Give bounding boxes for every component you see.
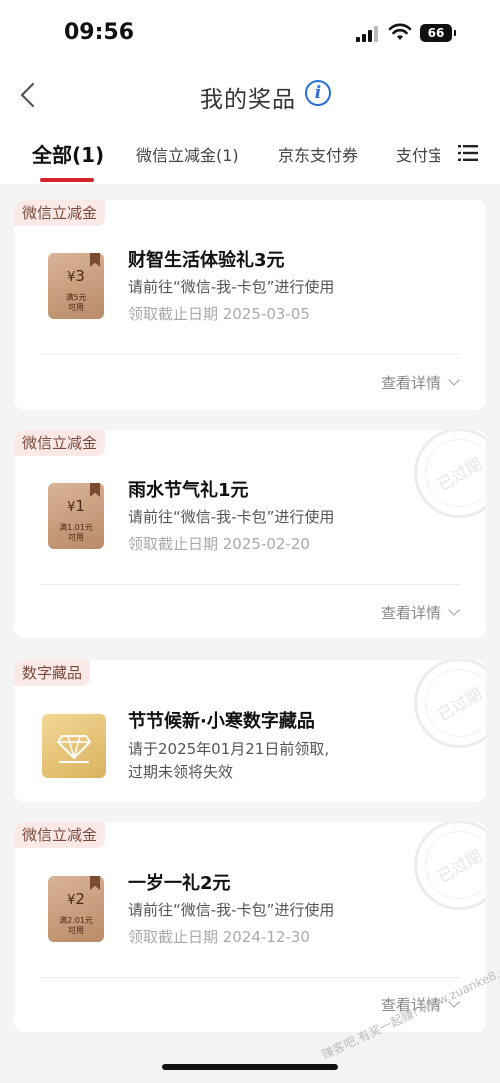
- category-tag: 微信立减金: [14, 200, 106, 226]
- coupon-icon: ¥1 满1.01元 可用: [48, 483, 104, 549]
- divider: [40, 584, 460, 585]
- prize-description: 请前往“微信-我-卡包”进行使用: [128, 508, 335, 526]
- prize-title: 节节候新·小寒数字藏品: [128, 711, 315, 732]
- category-tag: 数字藏品: [14, 660, 91, 686]
- status-time: 09:56: [64, 20, 135, 45]
- coupon-usable: 可用: [68, 926, 84, 935]
- coupon-usable: 可用: [68, 533, 84, 542]
- prize-description: 请前往“微信-我-卡包”进行使用: [128, 278, 335, 296]
- coupon-condition: 满1.01元: [59, 523, 93, 532]
- view-details-label: 查看详情: [380, 374, 441, 392]
- coupon-amount: 2: [75, 890, 85, 908]
- tab-wechat-discount[interactable]: 微信立减金(1): [136, 142, 239, 166]
- prize-description: 请于2025年01月21日前领取,: [128, 740, 330, 758]
- digital-collectible-icon: [42, 714, 106, 778]
- coupon-amount: 3: [75, 267, 85, 285]
- prize-description: 请前往“微信-我-卡包”进行使用: [128, 901, 335, 919]
- expired-stamp-icon: 已过期: [414, 660, 486, 748]
- view-details-link[interactable]: 查看详情: [380, 372, 460, 393]
- coupon-condition: 满5元: [65, 293, 87, 302]
- battery-icon: 66: [420, 24, 456, 42]
- status-bar: 09:56 66: [0, 0, 500, 70]
- prize-title: 财智生活体验礼3元: [128, 250, 285, 271]
- view-details-link[interactable]: 查看详情: [380, 602, 460, 623]
- page-title: 我的奖品: [200, 87, 296, 113]
- info-icon[interactable]: i: [305, 80, 331, 106]
- expired-stamp-label: 已过期: [434, 846, 486, 887]
- coupon-usable: 可用: [68, 303, 84, 312]
- expired-stamp-icon: 已过期: [414, 430, 486, 518]
- prize-deadline: 领取截止日期 2025-02-20: [128, 535, 310, 553]
- tab-jd-pay-coupon[interactable]: 京东支付券: [278, 142, 358, 166]
- tab-all[interactable]: 全部(1): [32, 139, 104, 168]
- view-details-label: 查看详情: [380, 604, 441, 622]
- home-indicator: [162, 1064, 338, 1070]
- prize-card[interactable]: 微信立减金 ¥3 满5元 可用 财智生活体验礼3元 请前往“微信-我-卡包”进行使…: [14, 200, 486, 410]
- tab-bar: 全部(1) 微信立减金(1) 京东支付券 支付宝: [0, 122, 500, 184]
- prize-card[interactable]: 已过期 数字藏品 节节候新·小寒数字藏品 请于2025年01月21日前领取, 过…: [14, 660, 486, 802]
- expired-stamp-label: 已过期: [434, 454, 486, 495]
- prize-deadline: 领取截止日期 2024-12-30: [128, 928, 310, 946]
- chevron-down-icon: [448, 374, 460, 386]
- wifi-icon: [388, 23, 412, 40]
- category-tag: 微信立减金: [14, 822, 106, 848]
- active-tab-indicator: [40, 178, 94, 182]
- category-tag: 微信立减金: [14, 430, 106, 456]
- prize-deadline: 领取截止日期 2025-03-05: [128, 305, 310, 323]
- prize-title: 一岁一礼2元: [128, 873, 231, 894]
- nav-bar: 我的奖品 i: [0, 70, 500, 122]
- prize-card[interactable]: 已过期 微信立减金 ¥2 满2.01元 可用 一岁一礼2元 请前往“微信-我-卡包…: [14, 822, 486, 1032]
- expired-stamp-icon: 已过期: [414, 822, 486, 910]
- cellular-signal-icon: [356, 26, 380, 42]
- tab-alipay[interactable]: 支付宝: [396, 142, 440, 166]
- divider: [40, 977, 460, 978]
- menu-list-icon[interactable]: [458, 144, 478, 162]
- chevron-down-icon: [448, 604, 460, 616]
- coupon-amount: 1: [75, 497, 85, 515]
- prize-title: 雨水节气礼1元: [128, 480, 249, 501]
- prize-card[interactable]: 已过期 微信立减金 ¥1 满1.01元 可用 雨水节气礼1元 请前往“微信-我-卡…: [14, 430, 486, 638]
- coupon-icon: ¥2 满2.01元 可用: [48, 876, 104, 942]
- divider: [40, 354, 460, 355]
- expired-stamp-label: 已过期: [434, 684, 486, 725]
- prize-description-line2: 过期未领将失效: [128, 763, 234, 781]
- coupon-icon: ¥3 满5元 可用: [48, 253, 104, 319]
- coupon-condition: 满2.01元: [59, 916, 93, 925]
- back-arrow-icon[interactable]: [14, 80, 44, 110]
